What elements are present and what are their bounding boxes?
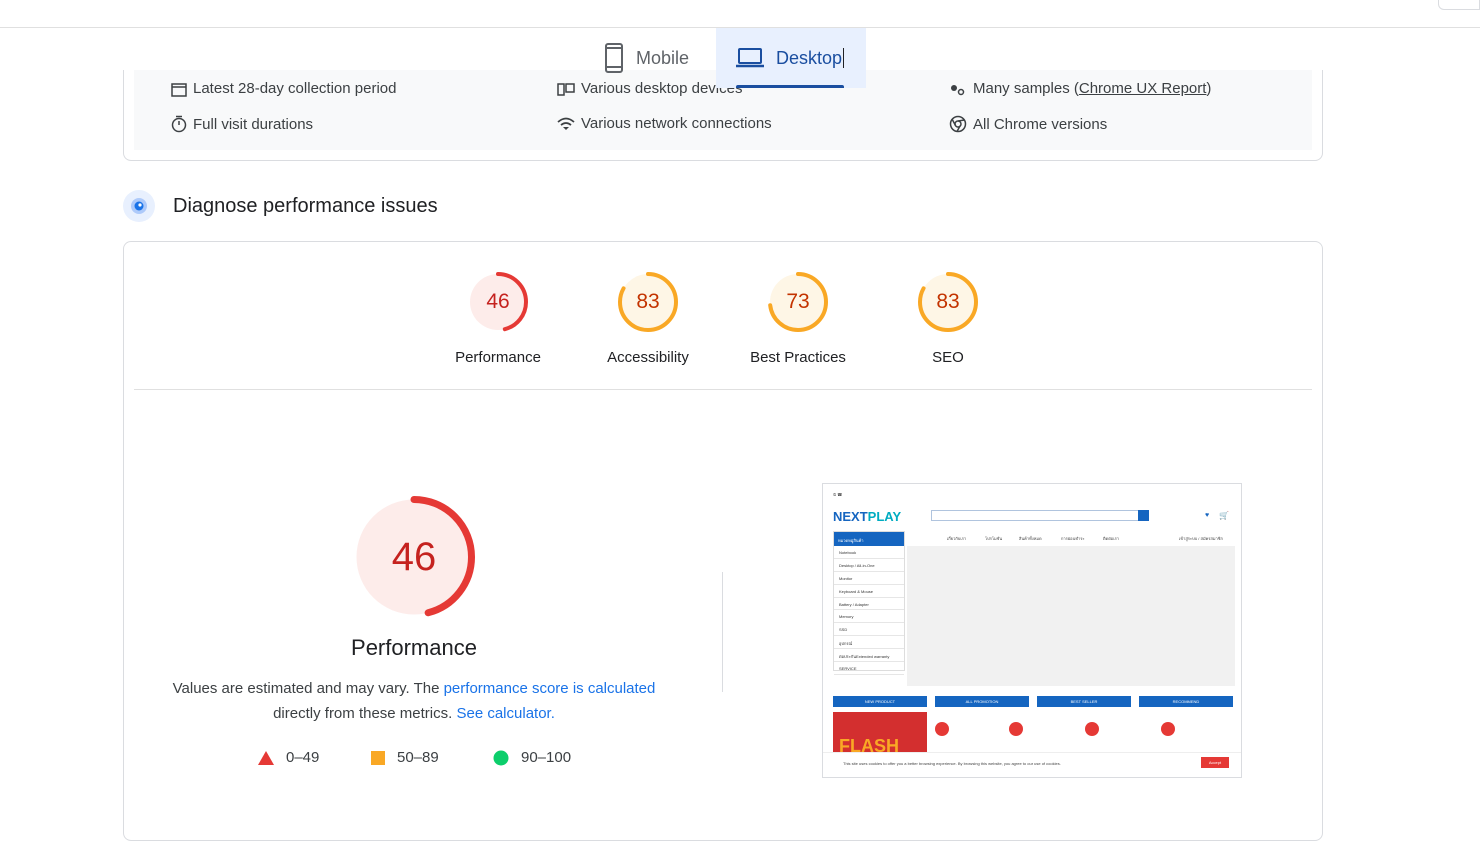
screenshot-menu-item: SSD bbox=[834, 623, 904, 637]
corner-button[interactable] bbox=[1438, 0, 1480, 10]
gauge-ring: 46 bbox=[467, 271, 529, 333]
legend-pass: 90–100 bbox=[493, 749, 571, 766]
screenshot-menu-item: Keyboard & Mouse bbox=[834, 585, 904, 598]
performance-gauge-large: 46 bbox=[352, 495, 476, 619]
gauge-score: 46 bbox=[486, 290, 510, 313]
screenshot-menu-item: SERVICE bbox=[834, 662, 904, 675]
timer-icon bbox=[171, 115, 187, 133]
screenshot-search bbox=[931, 510, 1149, 521]
chrome-icon bbox=[949, 115, 967, 133]
calculator-link[interactable]: See calculator. bbox=[456, 705, 554, 722]
screenshot-topline: ⏲ ☎ bbox=[833, 492, 843, 497]
screenshot-heart-icon: ♥ bbox=[1205, 512, 1210, 519]
diagnose-icon bbox=[123, 190, 155, 222]
legend-pass-label: 90–100 bbox=[521, 749, 572, 766]
screenshot-pill: ALL PROMOTION bbox=[935, 696, 1029, 707]
screenshot-menu-item: ต่อประกันExtended warranty bbox=[834, 649, 904, 663]
screenshot-nav-0: เกี่ยวกับเรา bbox=[947, 536, 967, 541]
top-bar bbox=[0, 0, 1480, 28]
screenshot-nav-2: สินค้าทั้งหมด bbox=[1019, 536, 1042, 541]
circle-icon bbox=[493, 750, 509, 765]
legend-average: 50–89 bbox=[371, 749, 439, 766]
gauge-ring: 73 bbox=[767, 271, 829, 333]
screenshot-pill: NEW PRODUCT bbox=[833, 696, 927, 707]
tab-desktop-label: Desktop bbox=[776, 47, 843, 68]
device-tabs: Mobile Desktop bbox=[0, 28, 1480, 88]
screenshot-accept-button: Accept bbox=[1201, 757, 1229, 768]
performance-description: Values are estimated and may vary. The p… bbox=[154, 676, 674, 726]
screenshot-pill: RECOMMEND bbox=[1139, 696, 1233, 707]
phone-icon bbox=[605, 43, 623, 73]
tab-mobile[interactable]: Mobile bbox=[596, 28, 710, 88]
legend-fail: 0–49 bbox=[258, 749, 319, 766]
screenshot-menu-item: Monitor bbox=[834, 572, 904, 585]
info-network-label: Various network connections bbox=[581, 115, 772, 132]
info-visit-durations-label: Full visit durations bbox=[193, 115, 314, 133]
gauge-score: 73 bbox=[786, 290, 810, 313]
screenshot-nav-3: การผ่อนชำระ bbox=[1061, 536, 1085, 541]
screenshot-menu: หมวดหมู่สินค้า Notebook Desktop / All-in… bbox=[833, 531, 905, 675]
screenshot-menu-item: Notebook bbox=[834, 546, 904, 559]
screenshot-discount-badge bbox=[1085, 722, 1099, 736]
lab-data-card: 46 Performance 83 Accessibility 73 Best … bbox=[123, 241, 1323, 841]
screenshot-menu-item: อุปกรณ์ bbox=[834, 636, 904, 650]
screenshot-pill: BEST SELLER bbox=[1037, 696, 1131, 707]
info-visit-durations: Full visit durations bbox=[171, 115, 313, 133]
screenshot-menu-item: Battery / Adapter bbox=[834, 598, 904, 611]
screenshot-cart-icon: 🛒 bbox=[1219, 511, 1229, 520]
screenshot-nav-4: ติดต่อเรา bbox=[1103, 536, 1119, 541]
performance-score-large: 46 bbox=[391, 534, 437, 579]
legend-fail-label: 0–49 bbox=[286, 749, 320, 766]
diagnose-header: Diagnose performance issues bbox=[123, 190, 438, 222]
screenshot-menu-header: หมวดหมู่สินค้า bbox=[834, 532, 904, 546]
performance-title: Performance bbox=[351, 635, 477, 660]
screenshot-cookie-bar: This site uses cookies to offer you a be… bbox=[823, 752, 1241, 777]
text-cursor bbox=[843, 48, 845, 68]
desc-text-start: Values are estimated and may vary. The bbox=[172, 680, 444, 697]
divider bbox=[134, 389, 1312, 390]
info-chrome-versions: All Chrome versions bbox=[949, 115, 1107, 133]
screenshot-nav-1: โปรโมชั่น bbox=[985, 536, 1003, 541]
gauge-label: Accessibility bbox=[607, 349, 689, 366]
gauge-label: Best Practices bbox=[750, 349, 846, 366]
page-screenshot: ⏲ ☎ NEXTPLAY ♥ 🛒 เกี่ยวกับเรา โปรโมชั่น … bbox=[822, 483, 1242, 778]
desc-text-mid: directly from these metrics. bbox=[273, 705, 457, 722]
screenshot-cookie-text: This site uses cookies to offer you a be… bbox=[843, 761, 1061, 766]
gauge-accessibility[interactable]: 83 Accessibility bbox=[588, 271, 708, 366]
gauge-label: Performance bbox=[455, 349, 541, 366]
gauge-ring: 83 bbox=[917, 271, 979, 333]
legend-average-label: 50–89 bbox=[397, 749, 439, 766]
screenshot-discount-badge bbox=[935, 722, 949, 736]
screenshot-menu-item: Desktop / All-in-One bbox=[834, 559, 904, 572]
screenshot-discount-badge bbox=[1009, 722, 1023, 736]
gauge-performance[interactable]: 46 Performance bbox=[438, 271, 558, 366]
gauge-score: 83 bbox=[636, 290, 660, 313]
tab-mobile-label: Mobile bbox=[636, 47, 690, 68]
tab-desktop[interactable]: Desktop bbox=[716, 28, 866, 88]
wifi-icon bbox=[557, 117, 575, 130]
screenshot-logo: NEXTPLAY bbox=[833, 509, 902, 524]
diagnose-title: Diagnose performance issues bbox=[173, 194, 438, 217]
square-icon bbox=[371, 750, 385, 765]
laptop-icon bbox=[736, 48, 764, 68]
info-chrome-versions-label: All Chrome versions bbox=[973, 115, 1108, 133]
gauge-best-practices[interactable]: 73 Best Practices bbox=[738, 271, 858, 366]
active-tab-indicator bbox=[736, 85, 844, 88]
vertical-divider bbox=[722, 572, 723, 692]
screenshot-menu-item: Memory bbox=[834, 610, 904, 624]
gauge-ring: 83 bbox=[617, 271, 679, 333]
screenshot-discount-badge bbox=[1161, 722, 1175, 736]
triangle-icon bbox=[258, 750, 274, 765]
gauge-label: SEO bbox=[932, 349, 964, 366]
gauge-score: 83 bbox=[936, 290, 960, 313]
performance-score-link[interactable]: performance score is calculated bbox=[444, 680, 656, 697]
screenshot-banner bbox=[907, 546, 1235, 686]
info-network: Various network connections bbox=[557, 115, 772, 132]
gauge-seo[interactable]: 83 SEO bbox=[888, 271, 1008, 366]
screenshot-nav-right: เข้าสู่ระบบ / สมัครสมาชิก bbox=[1179, 536, 1223, 541]
